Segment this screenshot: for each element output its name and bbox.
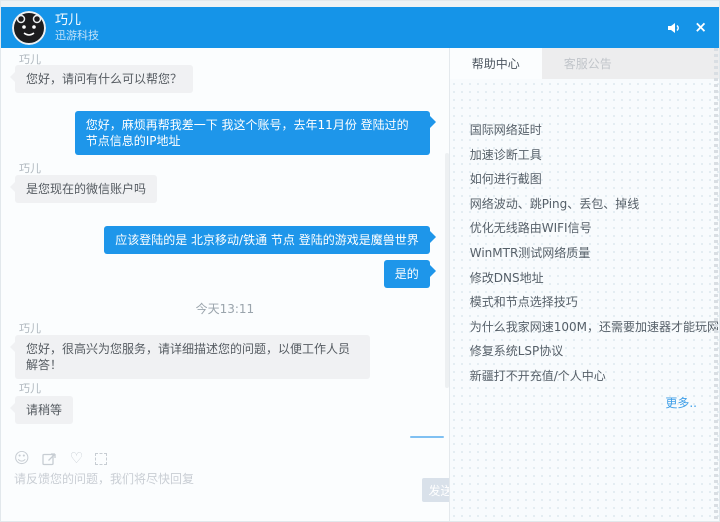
user-message: 是的 (384, 260, 430, 288)
file-transfer-icon[interactable] (42, 451, 58, 466)
chat-area: 巧儿 您好，请问有什么可以帮您？ 您好，麻烦再帮我差一下 我这个账号，去年11月… (1, 48, 449, 522)
chat-window: 巧儿 迅游科技 × 巧儿 您好，请问有什么可以帮您？ 您好，麻烦再帮我差一下 我… (0, 0, 720, 522)
sender-label: 巧儿 (19, 380, 41, 396)
titlebar: 巧儿 迅游科技 × (1, 7, 719, 48)
more-link[interactable]: 更多.. (450, 389, 719, 411)
help-link[interactable]: 修改DNS地址 (470, 266, 719, 291)
help-link[interactable]: 加速诊断工具 (470, 143, 719, 168)
agent-message: 请稍等 (15, 396, 73, 424)
composer-toolbar: ☺ ♡ (14, 451, 107, 466)
tab-help-center[interactable]: 帮助中心 (450, 48, 542, 79)
agent-identity: 巧儿 迅游科技 (55, 13, 99, 43)
help-link[interactable]: 国际网络延时 (470, 118, 719, 143)
scroll-indicator[interactable] (410, 436, 444, 438)
screenshot-icon[interactable] (95, 453, 107, 465)
user-message: 您好，麻烦再帮我差一下 我这个账号，去年11月份 登陆过的节点信息的IP地址 (75, 111, 430, 155)
timestamp: 今天13:11 (1, 300, 449, 317)
help-link[interactable]: 网络波动、跳Ping、丢包、掉线 (470, 192, 719, 217)
avatar (12, 11, 46, 45)
tab-service-notice[interactable]: 客服公告 (542, 48, 634, 79)
agent-message: 是您现在的微信账户吗 (15, 175, 157, 203)
tabbar-filler (634, 48, 719, 79)
agent-name: 巧儿 (55, 13, 99, 29)
sender-label: 巧儿 (19, 160, 41, 176)
company-name: 迅游科技 (55, 29, 99, 43)
main-area: 巧儿 您好，请问有什么可以帮您？ 您好，麻烦再帮我差一下 我这个账号，去年11月… (1, 48, 719, 522)
sender-label: 巧儿 (19, 320, 41, 336)
help-link-list: 国际网络延时 加速诊断工具 如何进行截图 网络波动、跳Ping、丢包、掉线 优化… (450, 79, 719, 389)
agent-message: 您好，请问有什么可以帮您？ (15, 65, 193, 93)
message-input[interactable] (14, 470, 404, 512)
help-link[interactable]: 为什么我家网速100M，还需要加速器才能玩网 (470, 315, 719, 340)
help-link[interactable]: 修复系统LSP协议 (470, 339, 719, 364)
help-link[interactable]: 如何进行截图 (470, 167, 719, 192)
user-message: 应该登陆的是 北京移动/铁通 节点 登陆的游戏是魔兽世界 (104, 226, 430, 254)
agent-message: 您好，很高兴为您服务，请详细描述您的问题，以便工作人员解答！ (15, 335, 370, 379)
panel-tabbar: 帮助中心 客服公告 (450, 48, 719, 79)
help-link[interactable]: WinMTR测试网络质量 (470, 241, 719, 266)
help-link[interactable]: 模式和节点选择技巧 (470, 290, 719, 315)
close-icon[interactable]: × (694, 20, 707, 35)
emoji-icon[interactable]: ☺ (14, 451, 30, 466)
favorite-icon[interactable]: ♡ (70, 451, 83, 466)
help-link[interactable]: 新疆打不开充值/个人中心 (470, 364, 719, 389)
help-panel: 帮助中心 客服公告 国际网络延时 加速诊断工具 如何进行截图 网络波动、跳Pin… (449, 48, 719, 522)
window-controls: × (667, 7, 707, 48)
panel-scrollbar[interactable] (714, 48, 718, 522)
help-link[interactable]: 优化无线路由WIFI信号 (470, 216, 719, 241)
volume-icon[interactable] (667, 22, 681, 34)
